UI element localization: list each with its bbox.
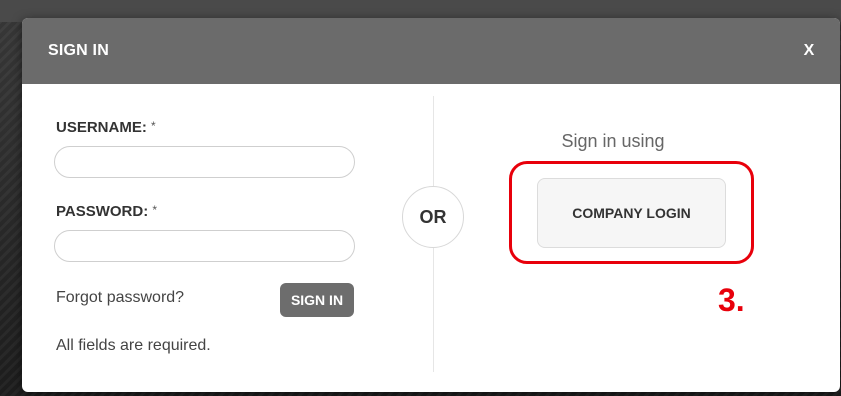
username-input[interactable]	[54, 146, 355, 178]
username-label-text: USERNAME:	[56, 119, 147, 136]
required-fields-note: All fields are required.	[56, 337, 211, 354]
or-label: OR	[419, 206, 447, 227]
or-separator: OR	[402, 186, 464, 248]
username-label: USERNAME: *	[56, 119, 156, 136]
dialog-header: SIGN IN X	[22, 18, 840, 84]
required-asterisk: *	[152, 203, 158, 217]
forgot-password-link[interactable]: Forgot password?	[56, 289, 184, 307]
sign-in-dialog: SIGN IN X USERNAME: * PASSWORD: * Forgot…	[22, 18, 840, 392]
close-button[interactable]: X	[800, 40, 818, 62]
sign-in-button[interactable]: SIGN IN	[280, 283, 354, 317]
company-login-button[interactable]: COMPANY LOGIN	[537, 178, 726, 248]
sso-heading: Sign in using	[561, 131, 665, 151]
password-label-text: PASSWORD:	[56, 203, 149, 220]
required-asterisk: *	[151, 119, 156, 133]
password-label: PASSWORD: *	[56, 203, 157, 220]
password-input[interactable]	[54, 230, 355, 262]
dialog-title: SIGN IN	[48, 42, 109, 59]
step-number-annotation: 3.	[718, 282, 745, 318]
